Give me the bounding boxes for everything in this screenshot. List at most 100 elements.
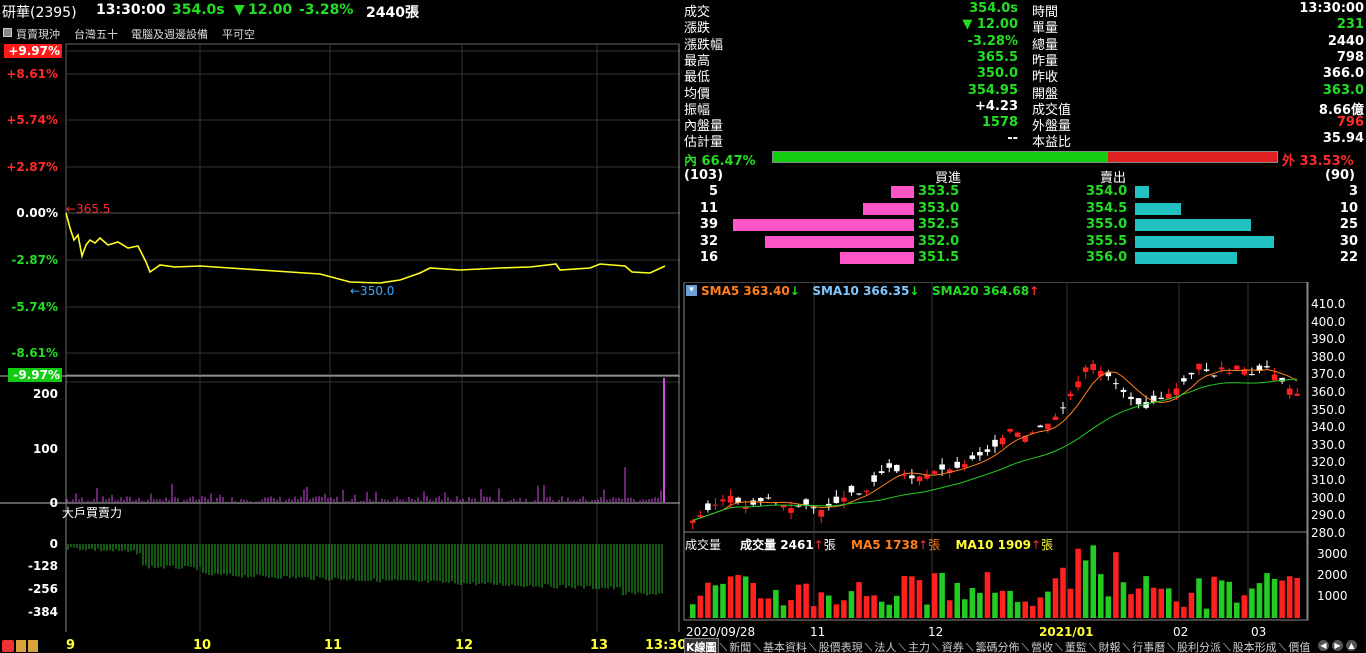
bid-bar (733, 219, 914, 231)
intraday-volume-bars (66, 378, 665, 502)
tab-6[interactable]: 資券 (941, 639, 965, 653)
daytrade-checkbox[interactable] (3, 28, 12, 37)
bigbuyer-bars (67, 544, 663, 596)
quote-value: 350.0 (976, 66, 1018, 82)
collapse-icon[interactable]: ▾ (686, 285, 697, 296)
time-label: 11 (324, 638, 343, 653)
tag-shortable[interactable]: 平可空 (222, 26, 255, 42)
price-axis-label: 290.0 (1311, 508, 1346, 523)
tab-5[interactable]: 主力 (907, 639, 931, 653)
quote-value: ▼ 12.00 (962, 17, 1018, 33)
tab-7[interactable]: 籌碼分佈 (974, 639, 1020, 653)
vol-title: 成交量 (685, 538, 722, 552)
pct-label: +2.87% (6, 160, 58, 174)
quote-value: 13:30:00 (1299, 1, 1364, 16)
date-label: 2020/09/28 (686, 625, 756, 639)
price-axis-label: 370.0 (1311, 367, 1346, 382)
quote-value: 796 (1336, 115, 1364, 131)
tab-0[interactable]: K線圖 (684, 638, 719, 653)
bid-price[interactable]: 353.0 (918, 201, 959, 216)
tab-12[interactable]: 股利分派 (1176, 639, 1222, 653)
alert-icon[interactable] (2, 640, 14, 652)
header-price: 354.0s (172, 2, 225, 18)
tab-3[interactable]: 股價表現 (818, 639, 864, 653)
tab-2[interactable]: 基本資料 (762, 639, 808, 653)
tab-11[interactable]: 行事曆 (1131, 639, 1166, 653)
quote-value: 366.0 (1322, 66, 1364, 82)
tab-separator: ⟍ (898, 641, 907, 653)
bid-price[interactable]: 353.5 (918, 184, 959, 199)
scroll-right-icon[interactable]: ▶ (1332, 640, 1343, 651)
ask-bar (1135, 235, 1275, 248)
bid-price[interactable]: 351.5 (918, 250, 959, 265)
tag-industry[interactable]: 電腦及週邊設備 (131, 26, 208, 42)
quote-value: 35.94 (1322, 131, 1364, 147)
quote-row-right: 單量 231 (1032, 17, 1364, 36)
bigbuyer-label: -384 (27, 605, 58, 619)
time-label: 13:30 (645, 638, 687, 653)
quote-label: 估計量 (684, 135, 724, 151)
scroll-left-icon[interactable]: ◀ (1318, 640, 1329, 651)
ask-qty: 25 (1339, 217, 1358, 232)
quote-row-left: 估計量 -- (684, 131, 1018, 151)
date-label: 12 (928, 625, 944, 639)
pct-label-bottom: -9.97% (8, 368, 62, 382)
quote-value: -- (1007, 131, 1018, 147)
bid-qty: 11 (699, 200, 718, 216)
ask-price[interactable]: 355.5 (1086, 234, 1127, 249)
outer-ratio-label: 外 33.53% (1282, 154, 1354, 169)
tab-separator: ⟍ (965, 641, 974, 653)
tab-separator: ⟍ (932, 641, 940, 653)
kline-panel[interactable]: ▾ SMA5 363.40↓ SMA10 366.35↓ SMA20 364.6… (683, 282, 1366, 639)
tab-4[interactable]: 法人 (873, 639, 897, 653)
header-time: 13:30:00 (96, 2, 166, 18)
bigbuyer-label: -128 (27, 559, 58, 573)
time-label: 10 (193, 638, 212, 653)
tab-separator: ⟍ (1278, 641, 1287, 653)
bid-bar (839, 252, 914, 264)
stock-name[interactable]: 研華(2395) (2, 2, 77, 22)
quote-row-right: 外盤量 796 (1032, 115, 1364, 134)
tab-13[interactable]: 股本形成 (1232, 639, 1278, 653)
quote-value: 365.5 (976, 49, 1018, 65)
ask-price[interactable]: 355.0 (1086, 217, 1127, 232)
quote-value: +4.23 (975, 98, 1018, 114)
tab-8[interactable]: 營收 (1030, 639, 1054, 653)
tool-icon[interactable] (16, 640, 26, 652)
bid-qty: 16 (699, 250, 718, 265)
bid-price[interactable]: 352.0 (918, 234, 959, 249)
tab-9[interactable]: 董監 (1064, 639, 1088, 653)
tab-14[interactable]: 價值 (1287, 639, 1311, 653)
quote-row-left: 最低 350.0 (684, 66, 1018, 85)
sma10-label: SMA10 366.35 (812, 284, 910, 298)
intraday-chart[interactable] (0, 42, 680, 653)
bigbuyer-label: -256 (27, 582, 58, 596)
ask-bar (1135, 202, 1182, 215)
scroll-up-icon[interactable]: ▲ (1346, 640, 1357, 651)
unit: 張 (1041, 538, 1054, 552)
bid-price[interactable]: 352.5 (918, 217, 959, 232)
pct-label: -8.61% (11, 346, 58, 360)
ask-qty: 30 (1339, 233, 1358, 249)
ask-qty: 22 (1339, 250, 1358, 265)
quote-value: -3.28% (967, 33, 1019, 49)
time-label: 9 (66, 638, 76, 653)
tag-tw50[interactable]: 台灣五十 (74, 26, 118, 42)
inner-fill (773, 152, 1108, 162)
quote-row-right: 時間 13:30:00 (1032, 1, 1364, 20)
tab-10[interactable]: 財報 (1098, 639, 1122, 653)
ask-price[interactable]: 356.0 (1086, 250, 1127, 265)
pct-label: -2.87% (11, 253, 58, 267)
quote-value: 2440 (1327, 33, 1364, 49)
ask-price[interactable]: 354.5 (1086, 201, 1127, 216)
inner-outer-bar (772, 151, 1278, 163)
ask-price[interactable]: 354.0 (1086, 184, 1127, 199)
kline-chart[interactable] (683, 282, 1366, 638)
tab-separator: ⟍ (1167, 641, 1175, 653)
quote-row-left: 均價 354.95 (684, 83, 1018, 102)
tool-icon[interactable] (28, 640, 38, 652)
kline-grid (683, 282, 1309, 621)
price-axis-label: 330.0 (1311, 437, 1346, 452)
tab-1[interactable]: 新聞 (728, 639, 752, 653)
time-label: 13 (590, 638, 609, 653)
